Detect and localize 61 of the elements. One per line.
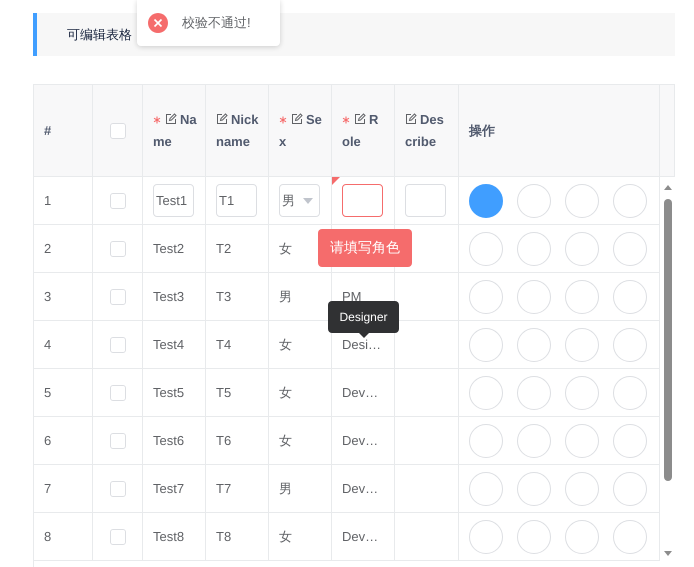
column-header: Nickname [216,110,260,150]
hover-tooltip: Designer [328,301,399,338]
column-header: Name [153,110,197,150]
validation-tooltip: 请填写角色 [318,229,412,267]
column-header: # [44,122,52,140]
row-checkbox[interactable] [110,240,126,256]
column-header: Role [342,110,380,150]
role-cell: Dev… [332,465,395,512]
row-checkbox[interactable] [110,432,126,448]
name-cell: Test5 [153,385,184,400]
name-cell: Test4 [153,337,184,352]
row-number: 5 [44,385,52,400]
message-text: 校验不通过! [182,14,251,32]
role-cell: Dev… [332,369,395,416]
sex-cell: 女 [279,240,292,258]
nickname-cell: T2 [216,241,232,256]
row-checkbox[interactable] [110,192,126,208]
role-cell: Dev… [332,513,395,560]
sex-cell: 男 [279,288,292,306]
nickname-cell: T7 [216,481,232,496]
row-checkbox[interactable] [110,288,126,304]
error-icon [148,13,168,33]
sex-select[interactable]: 男 [279,184,320,217]
row-number: 1 [44,193,52,208]
column-header: Sex [279,110,323,150]
sex-cell: 男 [279,480,292,498]
name-cell: Test7 [153,481,184,496]
row-number: 2 [44,241,52,256]
sex-cell: 女 [279,528,292,546]
name-input[interactable]: Test1 [153,184,194,217]
row-number: 3 [44,289,52,304]
column-header: Describe [405,110,445,150]
nickname-cell: T4 [216,337,232,352]
row-checkbox[interactable] [110,480,126,496]
caret-icon [303,198,313,204]
nickname-cell: T8 [216,529,232,544]
row-checkbox[interactable] [110,528,126,544]
row-number: 6 [44,433,52,448]
row-number: 4 [44,337,52,352]
role-input[interactable] [342,184,383,217]
select-all-checkbox[interactable] [110,122,126,138]
row-checkbox[interactable] [110,336,126,352]
nickname-cell: T5 [216,385,232,400]
row-checkbox[interactable] [110,384,126,400]
page-title: 可编辑表格 [67,26,132,44]
name-cell: Test3 [153,289,184,304]
role-cell: Dev… [332,417,395,464]
describe-input[interactable] [405,184,446,217]
row-number: 7 [44,481,52,496]
sex-cell: 女 [279,336,292,354]
nickname-cell: T6 [216,433,232,448]
action-button[interactable] [469,184,503,218]
name-cell: Test6 [153,433,184,448]
row-number: 8 [44,529,52,544]
name-cell: Test2 [153,241,184,256]
nickname-cell: T3 [216,289,232,304]
column-header: 操作 [469,122,495,140]
name-cell: Test8 [153,529,184,544]
sex-cell: 女 [279,384,292,402]
sex-cell: 女 [279,432,292,450]
nickname-input[interactable]: T1 [216,184,257,217]
